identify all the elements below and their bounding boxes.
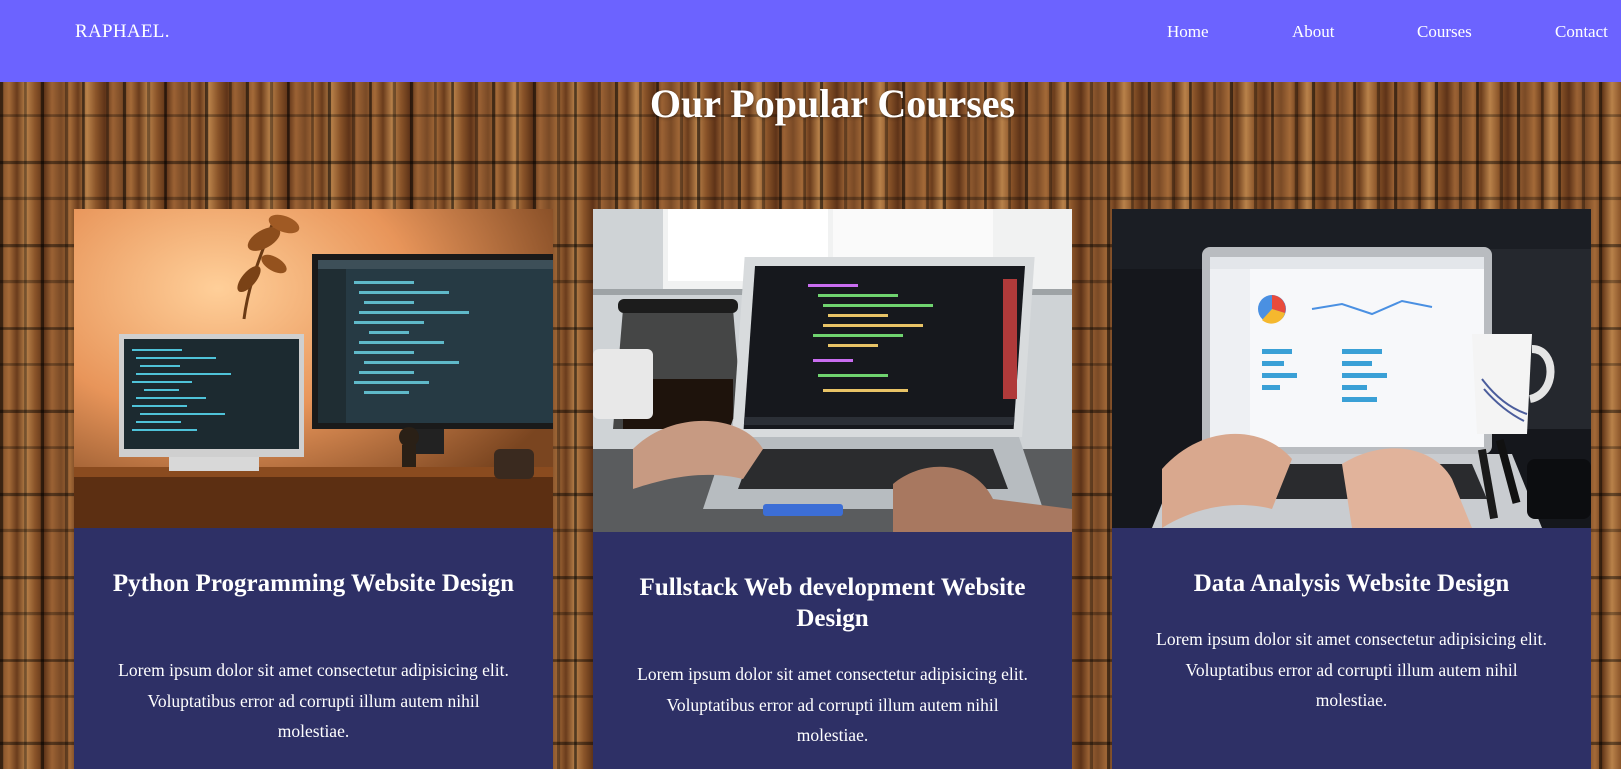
course-title: Python Programming Website Design [112, 570, 515, 597]
course-card[interactable]: Data Analysis Website Design Lorem ipsum… [1112, 209, 1591, 769]
course-description: Lorem ipsum dolor sit amet consectetur a… [1156, 629, 1547, 710]
nav-link-contact[interactable]: Contact [1555, 22, 1608, 42]
section-title: Our Popular Courses [649, 81, 1016, 126]
nav-link-courses[interactable]: Courses [1417, 22, 1472, 42]
course-description: Lorem ipsum dolor sit amet consectetur a… [637, 664, 1028, 745]
laptop-code-photo [593, 209, 1072, 532]
navbar: RAPHAEL. Home About Courses Contact [0, 0, 1621, 82]
dual-monitor-code-photo [74, 209, 553, 528]
nav-link-about[interactable]: About [1292, 22, 1335, 42]
course-description: Lorem ipsum dolor sit amet consectetur a… [118, 660, 509, 741]
course-title: Data Analysis Website Design [1193, 570, 1510, 597]
course-image [593, 209, 1072, 532]
course-image [1112, 209, 1591, 528]
laptop-dashboard-photo [1112, 209, 1591, 528]
nav-link-home[interactable]: Home [1167, 22, 1209, 42]
course-title: Fullstack Web development Website Design [639, 574, 1026, 632]
nav-links: Home About Courses Contact [0, 22, 1621, 52]
course-card[interactable]: Python Programming Website Design Lorem … [74, 209, 553, 769]
course-image [74, 209, 553, 528]
course-card[interactable]: Fullstack Web development Website Design… [593, 209, 1072, 769]
